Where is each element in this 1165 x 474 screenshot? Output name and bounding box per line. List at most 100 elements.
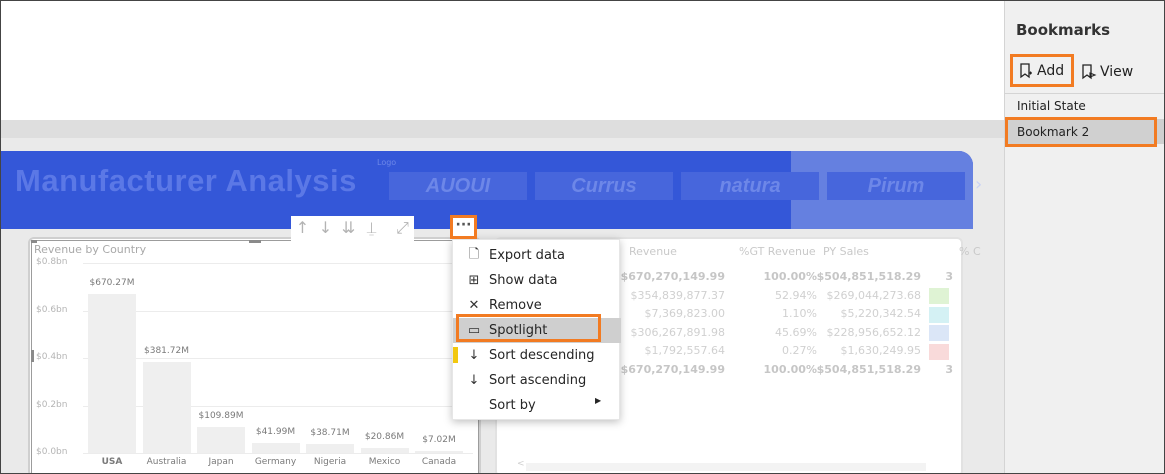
menu-item-label: Show data <box>489 273 558 288</box>
category-label: Mexico <box>368 457 401 467</box>
gridline <box>83 358 473 359</box>
table-cell: 0.27% <box>782 344 817 357</box>
menu-item-label: Sort by <box>489 398 536 413</box>
y-tick-label: $0.8bn <box>36 257 68 267</box>
data-label: $670.27M <box>89 277 135 288</box>
add-bookmark-button[interactable]: Add <box>1010 54 1074 87</box>
category-label: Australia <box>146 457 187 467</box>
table-cell: $670,270,149.99 <box>620 270 725 283</box>
sort-ascending-icon: ↓ <box>468 373 480 388</box>
logo-pirum[interactable]: Pirum <box>827 172 965 200</box>
table-cell: $1,792,557.64 <box>644 344 725 357</box>
gridline <box>83 453 473 454</box>
spotlight-highlight <box>456 314 601 342</box>
table-cell: $1,630,249.95 <box>840 344 921 357</box>
more-options-button[interactable]: ··· <box>450 215 477 239</box>
table-header[interactable]: Revenue <box>629 245 677 258</box>
category-label: USA <box>101 457 123 467</box>
table-cell: 52.94% <box>775 288 817 302</box>
y-tick-label: $0.0bn <box>36 447 68 457</box>
close-icon: ✕ <box>468 298 480 313</box>
expand-all-icon[interactable]: ⇊ <box>337 216 360 239</box>
table-header[interactable]: PY Sales <box>823 245 869 258</box>
report-canvas: Manufacturer Analysis Logo AUOUI Currus … <box>1 1 1004 473</box>
view-icon <box>1082 64 1097 80</box>
conditional-format-cell <box>929 288 949 304</box>
canvas-top-area <box>1 1 1004 120</box>
window-frame: Manufacturer Analysis Logo AUOUI Currus … <box>0 0 1165 474</box>
visual-header-toolbar: ↑ ↓ ⇊ ⍊ ⤢ <box>291 216 414 241</box>
canvas-band <box>1 120 1004 138</box>
table-cell: $670,270,149.99 <box>620 362 725 376</box>
conditional-format-cell <box>929 325 949 341</box>
table-cell: $7,369,823.00 <box>644 307 725 320</box>
logo-natura[interactable]: natura <box>681 172 819 200</box>
table-header[interactable]: %GT Revenue <box>739 245 816 258</box>
data-label: $7.02M <box>422 435 456 446</box>
menu-item-label: Sort descending <box>489 348 595 363</box>
table-scrollbar[interactable] <box>526 463 926 471</box>
export-data-icon: 🗋 <box>468 246 480 262</box>
menu-item-show-data[interactable]: ⊞ Show data <box>453 268 621 293</box>
table-header[interactable]: % C <box>959 245 981 258</box>
y-tick-label: $0.4bn <box>36 352 68 362</box>
table-cell: $504,851,518.29 <box>816 270 921 283</box>
category-label: Japan <box>208 457 234 467</box>
banner-next-arrow[interactable]: › <box>975 174 982 195</box>
table-cell: $504,851,518.29 <box>816 362 921 376</box>
table-cell: 100.00% <box>763 270 817 283</box>
table-cell: $306,267,891.98 <box>630 325 725 339</box>
data-label: $109.89M <box>198 410 244 421</box>
bar-germany[interactable] <box>251 443 300 453</box>
menu-item-sort-descending[interactable]: ↓ Sort descending <box>453 343 621 368</box>
bar-usa[interactable] <box>88 293 136 453</box>
resize-handle[interactable] <box>31 350 34 362</box>
show-data-icon: ⊞ <box>468 273 480 288</box>
conditional-format-cell <box>929 306 949 323</box>
bookmark-highlight <box>1005 117 1157 147</box>
report-title: Manufacturer Analysis <box>15 163 357 198</box>
menu-item-label: Export data <box>489 248 565 263</box>
sort-accent-bar <box>453 347 458 363</box>
logo-caption: Logo <box>377 158 397 167</box>
bookmark-initial-state[interactable]: Initial State <box>1005 93 1164 118</box>
category-label: Germany <box>254 457 297 467</box>
chart-title: Revenue by Country <box>34 243 147 256</box>
drill-hierarchy-icon[interactable]: ⍊ <box>360 216 383 239</box>
menu-item-export-data[interactable]: 🗋 Export data <box>453 243 621 268</box>
report-banner: Manufacturer Analysis Logo AUOUI Currus … <box>1 151 973 229</box>
focus-mode-icon[interactable]: ⤢ <box>391 216 414 239</box>
table-cell: 1.10% <box>782 307 817 320</box>
drill-down-icon[interactable]: ↓ <box>314 216 337 239</box>
bar-australia[interactable] <box>142 362 191 453</box>
table-cell: 45.69% <box>775 325 817 339</box>
resize-handle[interactable] <box>249 240 261 243</box>
conditional-format-cell <box>929 343 949 360</box>
table-cell: 100.00% <box>763 362 817 376</box>
menu-item-sort-ascending[interactable]: ↓ Sort ascending <box>453 368 621 393</box>
table-cell: 3 <box>945 270 953 283</box>
y-tick-label: $0.2bn <box>36 399 68 410</box>
bar-mexico[interactable] <box>360 448 409 453</box>
gridline <box>83 263 473 264</box>
logo-auoui[interactable]: AUOUI <box>389 172 527 200</box>
submenu-arrow-icon: ▶ <box>595 396 602 405</box>
y-tick-label: $0.6bn <box>36 304 68 315</box>
add-label: Add <box>1037 62 1065 79</box>
table-cell: $228,956,652.12 <box>826 325 921 339</box>
bookmarks-title: Bookmarks <box>1016 21 1111 39</box>
scroll-left-icon[interactable]: < <box>517 459 525 469</box>
bar-nigeria[interactable] <box>306 443 354 453</box>
category-label: Nigeria <box>313 457 347 467</box>
data-label: $381.72M <box>144 346 189 357</box>
table-cell: $354,839,877.37 <box>630 288 725 302</box>
menu-item-label: Remove <box>489 298 542 313</box>
bar-canada[interactable] <box>415 451 463 453</box>
view-bookmarks-button[interactable]: View <box>1081 61 1133 83</box>
menu-item-label: Sort ascending <box>489 373 587 388</box>
table-cell: 3 <box>945 362 953 376</box>
table-cell: $269,044,273.68 <box>826 288 921 302</box>
gridline <box>83 310 473 312</box>
logo-currus[interactable]: Currus <box>535 172 673 200</box>
drill-up-icon[interactable]: ↑ <box>291 216 314 239</box>
